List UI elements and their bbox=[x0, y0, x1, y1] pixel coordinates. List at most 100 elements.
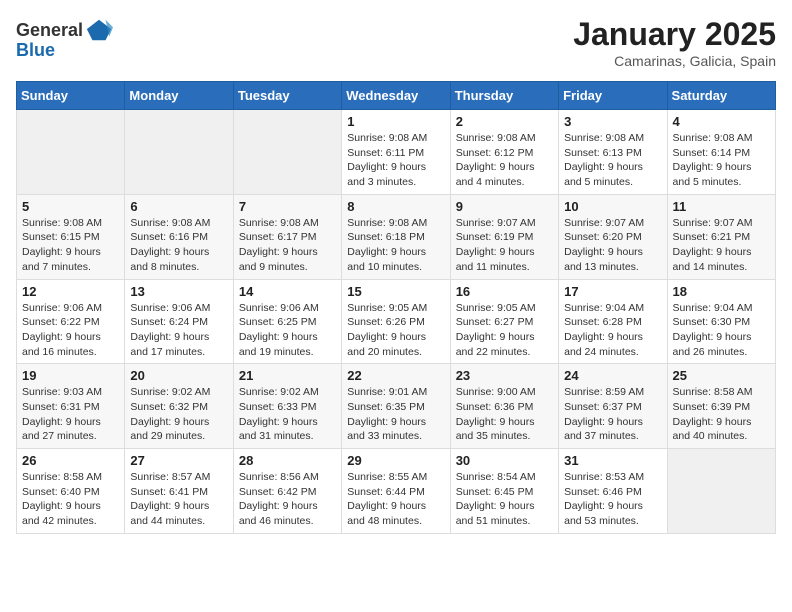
calendar-cell: 7 Sunrise: 9:08 AM Sunset: 6:17 PM Daylig… bbox=[233, 194, 341, 279]
calendar-cell: 6Sunrise: 9:08 AM Sunset: 6:16 PM Daylig… bbox=[125, 194, 233, 279]
day-info: Sunrise: 9:08 AM Sunset: 6:18 PM Dayligh… bbox=[347, 216, 444, 275]
day-number: 7 bbox=[239, 199, 336, 214]
calendar-cell: 10 Sunrise: 9:07 AM Sunset: 6:20 PM Dayli… bbox=[559, 194, 667, 279]
day-info: Sunrise: 9:00 AM Sunset: 6:36 PM Dayligh… bbox=[456, 385, 553, 444]
calendar-cell: 21Sunrise: 9:02 AM Sunset: 6:33 PM Dayli… bbox=[233, 364, 341, 449]
day-number: 18 bbox=[673, 284, 770, 299]
day-info: Sunrise: 8:53 AM Sunset: 6:46 PM Dayligh… bbox=[564, 470, 661, 529]
day-info: Sunrise: 8:55 AM Sunset: 6:44 PM Dayligh… bbox=[347, 470, 444, 529]
logo-general: General bbox=[16, 20, 83, 41]
calendar-week-row: 5 Sunrise: 9:08 AM Sunset: 6:15 PM Daylig… bbox=[17, 194, 776, 279]
day-info: Sunrise: 8:59 AM Sunset: 6:37 PM Dayligh… bbox=[564, 385, 661, 444]
calendar-cell: 11 Sunrise: 9:07 AM Sunset: 6:21 PM Dayli… bbox=[667, 194, 775, 279]
day-info: Sunrise: 8:56 AM Sunset: 6:42 PM Dayligh… bbox=[239, 470, 336, 529]
calendar-cell: 24 Sunrise: 8:59 AM Sunset: 6:37 PM Dayli… bbox=[559, 364, 667, 449]
calendar-cell: 29Sunrise: 8:55 AM Sunset: 6:44 PM Dayli… bbox=[342, 449, 450, 534]
calendar-week-row: 12 Sunrise: 9:06 AM Sunset: 6:22 PM Dayli… bbox=[17, 279, 776, 364]
calendar-header-row: SundayMondayTuesdayWednesdayThursdayFrid… bbox=[17, 82, 776, 110]
calendar-cell: 14Sunrise: 9:06 AM Sunset: 6:25 PM Dayli… bbox=[233, 279, 341, 364]
calendar-cell: 31 Sunrise: 8:53 AM Sunset: 6:46 PM Dayli… bbox=[559, 449, 667, 534]
day-number: 24 bbox=[564, 368, 661, 383]
calendar-cell bbox=[667, 449, 775, 534]
calendar-cell: 27Sunrise: 8:57 AM Sunset: 6:41 PM Dayli… bbox=[125, 449, 233, 534]
logo-icon bbox=[85, 16, 113, 44]
weekday-header: Thursday bbox=[450, 82, 558, 110]
day-number: 31 bbox=[564, 453, 661, 468]
day-number: 11 bbox=[673, 199, 770, 214]
day-info: Sunrise: 9:08 AM Sunset: 6:12 PM Dayligh… bbox=[456, 131, 553, 190]
day-info: Sunrise: 9:08 AM Sunset: 6:15 PM Dayligh… bbox=[22, 216, 119, 275]
calendar-cell: 20 Sunrise: 9:02 AM Sunset: 6:32 PM Dayli… bbox=[125, 364, 233, 449]
day-info: Sunrise: 9:07 AM Sunset: 6:20 PM Dayligh… bbox=[564, 216, 661, 275]
day-number: 28 bbox=[239, 453, 336, 468]
calendar-table: SundayMondayTuesdayWednesdayThursdayFrid… bbox=[16, 81, 776, 534]
day-number: 12 bbox=[22, 284, 119, 299]
day-info: Sunrise: 9:07 AM Sunset: 6:19 PM Dayligh… bbox=[456, 216, 553, 275]
day-number: 23 bbox=[456, 368, 553, 383]
calendar-week-row: 26 Sunrise: 8:58 AM Sunset: 6:40 PM Dayli… bbox=[17, 449, 776, 534]
day-info: Sunrise: 9:06 AM Sunset: 6:24 PM Dayligh… bbox=[130, 301, 227, 360]
day-info: Sunrise: 9:02 AM Sunset: 6:33 PM Dayligh… bbox=[239, 385, 336, 444]
calendar-cell: 8 Sunrise: 9:08 AM Sunset: 6:18 PM Daylig… bbox=[342, 194, 450, 279]
calendar-cell: 15 Sunrise: 9:05 AM Sunset: 6:26 PM Dayli… bbox=[342, 279, 450, 364]
calendar-cell: 26 Sunrise: 8:58 AM Sunset: 6:40 PM Dayli… bbox=[17, 449, 125, 534]
day-info: Sunrise: 9:08 AM Sunset: 6:13 PM Dayligh… bbox=[564, 131, 661, 190]
day-number: 8 bbox=[347, 199, 444, 214]
calendar-cell: 22 Sunrise: 9:01 AM Sunset: 6:35 PM Dayli… bbox=[342, 364, 450, 449]
day-number: 22 bbox=[347, 368, 444, 383]
day-info: Sunrise: 9:06 AM Sunset: 6:22 PM Dayligh… bbox=[22, 301, 119, 360]
calendar-cell: 5 Sunrise: 9:08 AM Sunset: 6:15 PM Daylig… bbox=[17, 194, 125, 279]
weekday-header: Monday bbox=[125, 82, 233, 110]
calendar-cell: 16 Sunrise: 9:05 AM Sunset: 6:27 PM Dayli… bbox=[450, 279, 558, 364]
day-number: 16 bbox=[456, 284, 553, 299]
weekday-header: Wednesday bbox=[342, 82, 450, 110]
calendar-cell: 9 Sunrise: 9:07 AM Sunset: 6:19 PM Daylig… bbox=[450, 194, 558, 279]
day-info: Sunrise: 9:05 AM Sunset: 6:26 PM Dayligh… bbox=[347, 301, 444, 360]
calendar-cell: 2 Sunrise: 9:08 AM Sunset: 6:12 PM Daylig… bbox=[450, 110, 558, 195]
day-info: Sunrise: 9:02 AM Sunset: 6:32 PM Dayligh… bbox=[130, 385, 227, 444]
calendar-cell: 23 Sunrise: 9:00 AM Sunset: 6:36 PM Dayli… bbox=[450, 364, 558, 449]
day-info: Sunrise: 8:58 AM Sunset: 6:40 PM Dayligh… bbox=[22, 470, 119, 529]
day-info: Sunrise: 9:03 AM Sunset: 6:31 PM Dayligh… bbox=[22, 385, 119, 444]
calendar-cell bbox=[233, 110, 341, 195]
day-number: 15 bbox=[347, 284, 444, 299]
calendar-cell: 4 Sunrise: 9:08 AM Sunset: 6:14 PM Daylig… bbox=[667, 110, 775, 195]
calendar-week-row: 1 Sunrise: 9:08 AM Sunset: 6:11 PM Daylig… bbox=[17, 110, 776, 195]
calendar-cell: 13 Sunrise: 9:06 AM Sunset: 6:24 PM Dayli… bbox=[125, 279, 233, 364]
day-number: 10 bbox=[564, 199, 661, 214]
calendar-cell: 25 Sunrise: 8:58 AM Sunset: 6:39 PM Dayli… bbox=[667, 364, 775, 449]
day-info: Sunrise: 8:54 AM Sunset: 6:45 PM Dayligh… bbox=[456, 470, 553, 529]
day-info: Sunrise: 9:07 AM Sunset: 6:21 PM Dayligh… bbox=[673, 216, 770, 275]
location-subtitle: Camarinas, Galicia, Spain bbox=[573, 53, 776, 69]
calendar-cell: 17Sunrise: 9:04 AM Sunset: 6:28 PM Dayli… bbox=[559, 279, 667, 364]
day-number: 30 bbox=[456, 453, 553, 468]
day-number: 17 bbox=[564, 284, 661, 299]
day-info: Sunrise: 8:57 AM Sunset: 6:41 PM Dayligh… bbox=[130, 470, 227, 529]
day-info: Sunrise: 9:08 AM Sunset: 6:11 PM Dayligh… bbox=[347, 131, 444, 190]
weekday-header: Sunday bbox=[17, 82, 125, 110]
day-number: 1 bbox=[347, 114, 444, 129]
day-number: 4 bbox=[673, 114, 770, 129]
calendar-cell: 1 Sunrise: 9:08 AM Sunset: 6:11 PM Daylig… bbox=[342, 110, 450, 195]
day-info: Sunrise: 8:58 AM Sunset: 6:39 PM Dayligh… bbox=[673, 385, 770, 444]
calendar-week-row: 19 Sunrise: 9:03 AM Sunset: 6:31 PM Dayli… bbox=[17, 364, 776, 449]
day-number: 13 bbox=[130, 284, 227, 299]
day-number: 2 bbox=[456, 114, 553, 129]
logo: General Blue bbox=[16, 16, 113, 61]
day-info: Sunrise: 9:08 AM Sunset: 6:17 PM Dayligh… bbox=[239, 216, 336, 275]
day-number: 3 bbox=[564, 114, 661, 129]
day-number: 25 bbox=[673, 368, 770, 383]
calendar-cell: 18Sunrise: 9:04 AM Sunset: 6:30 PM Dayli… bbox=[667, 279, 775, 364]
weekday-header: Saturday bbox=[667, 82, 775, 110]
day-number: 20 bbox=[130, 368, 227, 383]
day-number: 26 bbox=[22, 453, 119, 468]
day-info: Sunrise: 9:08 AM Sunset: 6:14 PM Dayligh… bbox=[673, 131, 770, 190]
weekday-header: Friday bbox=[559, 82, 667, 110]
calendar-cell bbox=[17, 110, 125, 195]
calendar-cell: 19 Sunrise: 9:03 AM Sunset: 6:31 PM Dayli… bbox=[17, 364, 125, 449]
day-info: Sunrise: 9:05 AM Sunset: 6:27 PM Dayligh… bbox=[456, 301, 553, 360]
day-number: 9 bbox=[456, 199, 553, 214]
day-info: Sunrise: 9:01 AM Sunset: 6:35 PM Dayligh… bbox=[347, 385, 444, 444]
day-number: 19 bbox=[22, 368, 119, 383]
day-number: 5 bbox=[22, 199, 119, 214]
